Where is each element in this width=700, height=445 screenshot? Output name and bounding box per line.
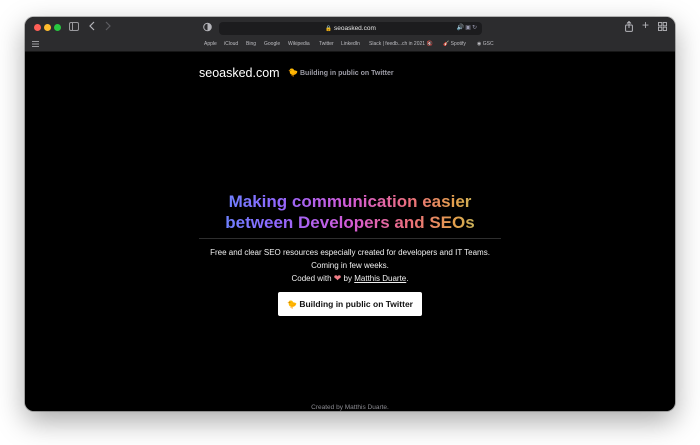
bookmark-bing[interactable]: Bing — [246, 40, 256, 49]
minimize-window-button[interactable] — [44, 24, 51, 31]
address-bar[interactable]: 🔒 seoasked.com 🔊▣↻ — [219, 22, 482, 35]
header-twitter-link[interactable]: 🐤 Building in public on Twitter — [288, 67, 394, 77]
duck-icon: 🐤 — [288, 67, 299, 77]
credits-line: Coded with ❤ by Matthis Duarte. — [25, 272, 675, 285]
browser-window: 🔒 seoasked.com 🔊▣↻ + Apple iCloud Bing Go… — [25, 17, 675, 411]
bookmark-wikipedia[interactable]: Wikipedia — [288, 40, 310, 49]
share-icon[interactable] — [625, 20, 633, 35]
back-icon[interactable] — [89, 21, 95, 34]
reload-icon[interactable]: ↻ — [472, 25, 478, 31]
bookmark-gsc[interactable]: ◉ GSC — [477, 40, 494, 49]
close-window-button[interactable] — [34, 24, 41, 31]
coded-with-text: Coded with — [291, 274, 332, 283]
bookmark-spotify[interactable]: 🎸 Spotify — [443, 40, 466, 49]
page-title: Making communication easier between Deve… — [200, 191, 500, 233]
bookmark-icloud[interactable]: iCloud — [224, 40, 238, 49]
site-logo[interactable]: seoasked.com — [199, 66, 280, 80]
hero-description: Free and clear SEO resources especially … — [210, 248, 490, 257]
bookmark-apple[interactable]: Apple — [204, 40, 217, 49]
bookmarks-bar: Apple iCloud Bing Google Wikipedia Twitt… — [25, 38, 675, 52]
bookmarks-grid-icon[interactable] — [32, 41, 39, 51]
sidebar-icon[interactable] — [69, 22, 79, 34]
browser-toolbar: 🔒 seoasked.com 🔊▣↻ + — [25, 17, 675, 38]
hero-divider — [199, 238, 501, 239]
forward-icon[interactable] — [105, 21, 111, 34]
hero-section: Making communication easier between Deve… — [25, 191, 675, 316]
gsc-icon: ◉ — [477, 41, 482, 47]
author-link[interactable]: Matthis Duarte — [354, 274, 406, 283]
heart-icon: ❤ — [333, 273, 342, 283]
bookmark-linkedin[interactable]: LinkedIn — [341, 40, 360, 49]
page-footer: Created by Matthis Duarte. — [311, 404, 389, 411]
credits-period: . — [406, 274, 409, 283]
address-bar-url: seoasked.com — [333, 25, 376, 32]
duck-icon: 🐤 — [287, 299, 297, 309]
page-content: seoasked.com 🐤 Building in public on Twi… — [25, 52, 675, 411]
twitter-cta-button[interactable]: 🐤 Building in public on Twitter — [278, 292, 422, 316]
tab-overview-icon[interactable] — [658, 22, 667, 34]
coming-soon-text: Coming in few weeks. — [311, 261, 389, 270]
guitar-icon: 🎸 — [443, 41, 450, 47]
headline-line-1: Making communication easier — [228, 192, 472, 211]
headline-line-2: between Developers and SEOs — [225, 213, 475, 232]
by-text: by — [343, 274, 352, 283]
site-header: seoasked.com 🐤 Building in public on Twi… — [199, 64, 394, 82]
translate-icon[interactable]: ▣ — [465, 25, 472, 31]
new-tab-icon[interactable]: + — [642, 19, 649, 31]
zoom-window-button[interactable] — [54, 24, 61, 31]
bookmark-twitter[interactable]: Twitter — [319, 40, 334, 49]
shield-icon[interactable] — [203, 22, 212, 35]
bookmark-slack[interactable]: Slack | feedb...ch in 2021 🔇 — [369, 40, 433, 49]
lock-icon: 🔒 — [325, 26, 332, 32]
bookmark-google[interactable]: Google — [264, 40, 280, 49]
